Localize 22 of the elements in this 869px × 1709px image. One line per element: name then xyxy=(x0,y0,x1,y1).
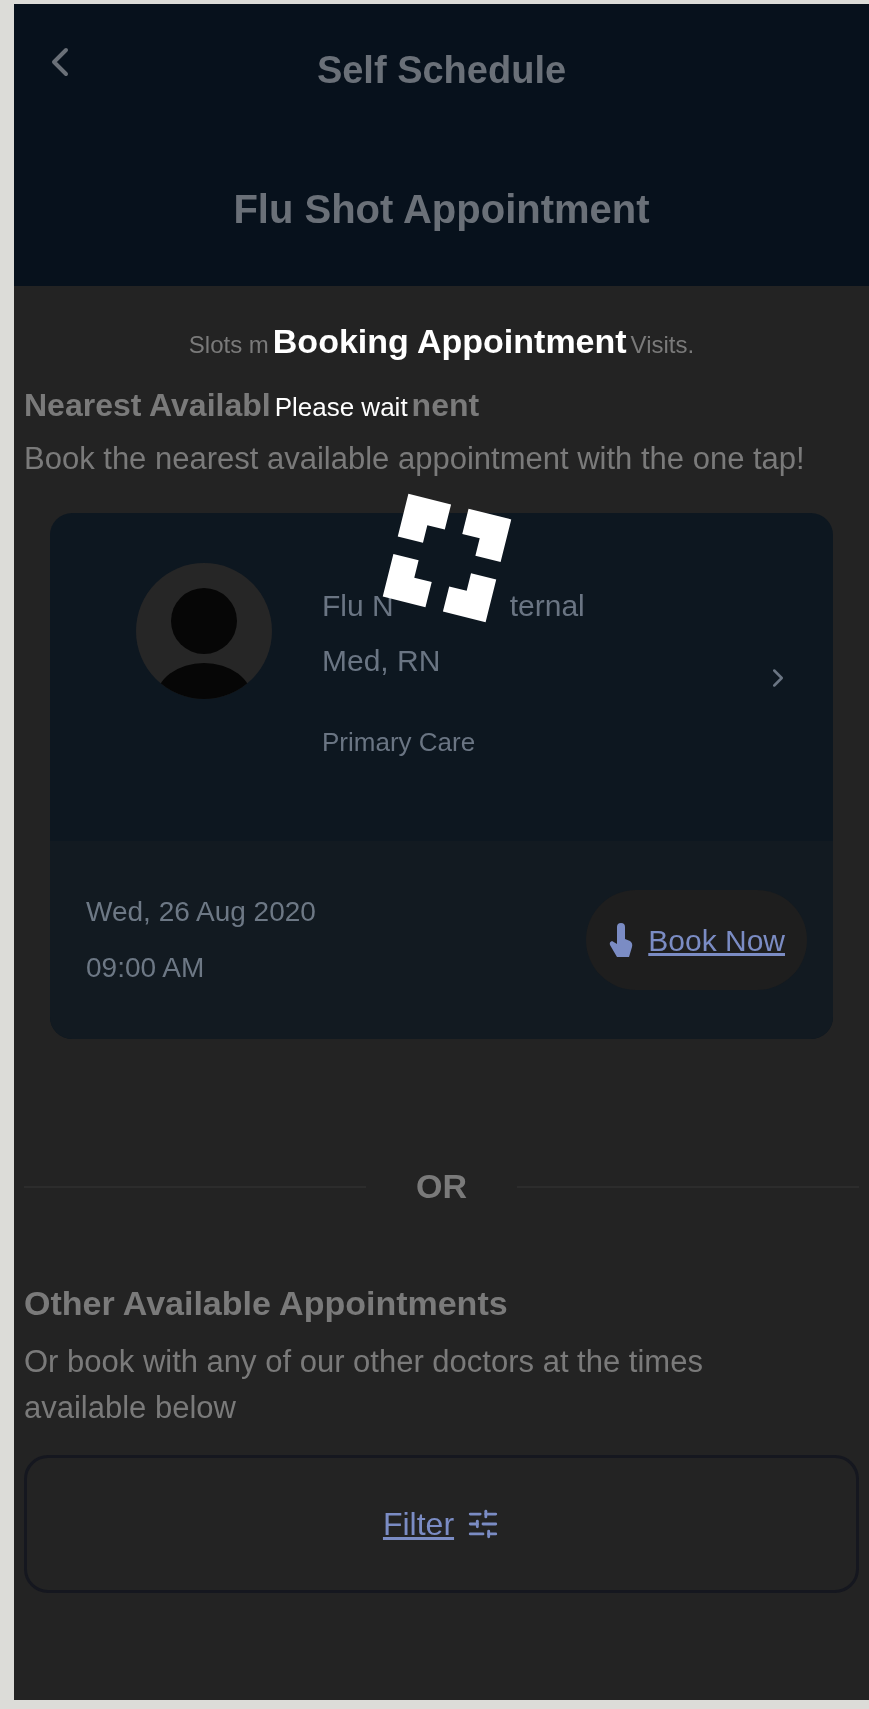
filter-button[interactable]: Filter xyxy=(24,1455,859,1593)
doctor-card[interactable]: Flu N ternal Med, RN Primary Care Wed, 26 Aug 2020 09:00 AM Book Now xyxy=(50,513,833,1039)
section-heading: nent xyxy=(411,386,480,425)
section-description: Or book with any of our other doctors at the times available below xyxy=(23,1343,704,1427)
appointment-date: Wed, 26 Aug 2020 xyxy=(86,895,316,929)
doctor-name: Flu N xyxy=(322,588,394,624)
section-heading: Nearest Availabl xyxy=(24,386,271,425)
notice-text: Visits. xyxy=(630,330,695,360)
appointment-title: Flu Shot Appointment xyxy=(233,186,650,233)
loading-message: Please wait xyxy=(274,391,408,424)
hand-icon xyxy=(608,921,635,959)
screen-title: Self Schedule xyxy=(316,48,567,93)
book-now-button[interactable]: Book Now xyxy=(586,890,807,990)
appointment-time: 09:00 AM xyxy=(86,951,206,985)
section-description: Book the nearest available appointment with the one tap! xyxy=(23,440,806,478)
divider-label: OR xyxy=(416,1166,467,1207)
department-text: Primary Care xyxy=(322,726,477,759)
doctor-name: ternal xyxy=(509,588,585,624)
loading-title: Booking Appointment xyxy=(272,321,627,362)
doctor-name: Med, RN xyxy=(322,643,442,679)
notice-text: Slots m xyxy=(188,330,269,360)
section-heading: Other Available Appointments xyxy=(23,1283,509,1324)
